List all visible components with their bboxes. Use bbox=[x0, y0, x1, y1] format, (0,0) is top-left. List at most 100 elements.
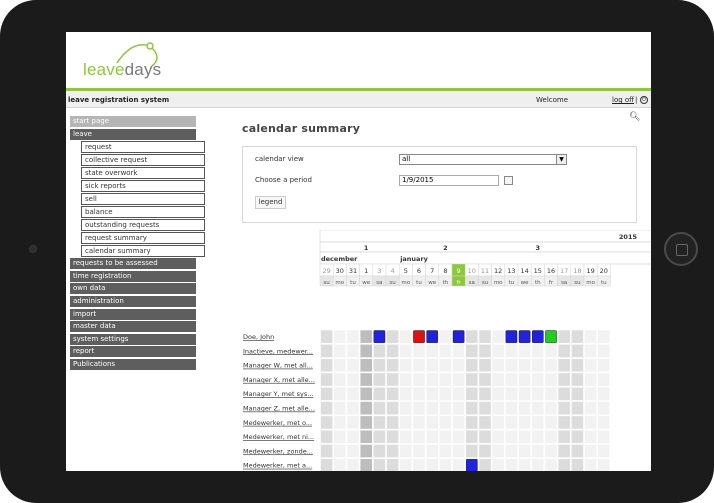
calendar-view-select[interactable]: all ▼ bbox=[399, 154, 567, 165]
day-cell bbox=[518, 372, 531, 387]
period-input[interactable]: 1/9/2015 bbox=[399, 175, 499, 186]
employee-name-link[interactable]: Medewerker, met a... bbox=[243, 462, 312, 470]
nav-subitem[interactable]: sell bbox=[81, 193, 205, 206]
day-cell bbox=[570, 401, 584, 416]
chevron-down-icon[interactable]: ▼ bbox=[556, 155, 566, 164]
day-cell bbox=[333, 372, 347, 387]
day-number: 31 bbox=[349, 267, 357, 275]
week-header bbox=[319, 241, 651, 253]
day-cell bbox=[531, 458, 545, 471]
day-number: 20 bbox=[600, 267, 608, 275]
nav-item[interactable]: time registration bbox=[70, 270, 196, 282]
day-cell bbox=[452, 401, 465, 416]
nav-item[interactable]: own data bbox=[70, 283, 196, 295]
employee-name-link[interactable]: Manager Y, met sys... bbox=[243, 390, 313, 398]
day-cell bbox=[557, 358, 571, 373]
day-cell bbox=[491, 329, 505, 344]
day-cell bbox=[359, 344, 373, 358]
day-cell bbox=[399, 444, 413, 458]
weekday-label: tu bbox=[509, 280, 515, 286]
day-cell bbox=[346, 401, 360, 416]
day-cell bbox=[452, 429, 465, 444]
day-cell bbox=[584, 401, 597, 416]
day-cell bbox=[597, 386, 611, 401]
day-cell bbox=[491, 415, 505, 430]
day-cell bbox=[346, 429, 360, 444]
day-cell bbox=[452, 458, 465, 471]
day-cell bbox=[544, 358, 558, 373]
nav-subitem[interactable]: request bbox=[81, 141, 205, 154]
employee-name-link[interactable]: Manager W, met all... bbox=[243, 362, 313, 370]
day-cell bbox=[557, 444, 571, 458]
day-number: 19 bbox=[586, 267, 594, 275]
day-number: 11 bbox=[481, 267, 489, 275]
search-icon[interactable]: 🔍︎ bbox=[629, 112, 640, 122]
employee-name-link[interactable]: Manager Z, met alle... bbox=[243, 405, 315, 413]
nav-item[interactable]: start page bbox=[70, 116, 196, 127]
day-cell bbox=[557, 429, 571, 444]
day-cell bbox=[412, 372, 426, 387]
day-cell bbox=[399, 372, 413, 387]
nav-item[interactable]: Publications bbox=[70, 358, 196, 370]
nav-subitem[interactable]: state overwork bbox=[81, 167, 205, 180]
year-header bbox=[319, 230, 651, 243]
nav-item[interactable]: administration bbox=[70, 295, 196, 307]
nav-subitem[interactable]: balance bbox=[81, 206, 205, 219]
system-name: leave registration system bbox=[68, 96, 170, 104]
calendar-icon[interactable] bbox=[504, 176, 513, 185]
employee-name-link[interactable]: Medewerker, met ni... bbox=[243, 433, 314, 441]
logoff-link[interactable]: log off bbox=[612, 92, 634, 108]
period-label: Choose a period bbox=[255, 176, 312, 184]
employee-name-link[interactable]: Manager X, met alle... bbox=[243, 376, 315, 384]
power-icon[interactable]: ⏻ bbox=[640, 96, 648, 104]
day-number: 15 bbox=[534, 267, 542, 275]
nav-subitem[interactable]: request summary bbox=[81, 232, 205, 245]
nav-item[interactable]: import bbox=[70, 308, 196, 320]
nav-subitem[interactable]: outstanding requests bbox=[81, 219, 205, 232]
week-number: 2 bbox=[443, 244, 448, 252]
day-cell bbox=[531, 429, 545, 444]
employee-name-link[interactable]: Medewerker, zonde... bbox=[243, 447, 313, 455]
week-number: 1 bbox=[364, 244, 369, 252]
logo-part1: leave bbox=[83, 60, 125, 79]
weekday-label: we bbox=[362, 280, 370, 286]
nav-subitem[interactable]: sick reports bbox=[81, 180, 205, 193]
nav-item[interactable]: system settings bbox=[70, 333, 196, 345]
year-label: 2015 bbox=[619, 233, 638, 241]
day-cell bbox=[333, 458, 347, 471]
nav-subitem[interactable]: collective request bbox=[81, 154, 205, 167]
day-cell bbox=[478, 372, 492, 387]
leave-event-approved bbox=[545, 330, 557, 344]
nav-item[interactable]: requests to be assessed bbox=[70, 258, 196, 270]
day-cell bbox=[346, 444, 360, 458]
day-cell bbox=[465, 329, 479, 344]
nav-item[interactable]: leave bbox=[70, 128, 196, 140]
legend-button[interactable]: legend bbox=[255, 196, 286, 209]
day-cell bbox=[570, 458, 584, 471]
employee-name-link[interactable]: Medewerker, met o... bbox=[243, 419, 312, 427]
day-cell bbox=[346, 329, 360, 344]
day-cell bbox=[373, 386, 386, 401]
day-cell bbox=[531, 444, 545, 458]
day-cell bbox=[359, 429, 373, 444]
day-cell bbox=[584, 458, 597, 471]
nav-item[interactable]: master data bbox=[70, 321, 196, 333]
day-number: 4 bbox=[391, 267, 395, 275]
nav-item[interactable]: report bbox=[70, 346, 196, 358]
nav-subitem[interactable]: calendar summary bbox=[81, 245, 205, 258]
day-cell bbox=[518, 429, 531, 444]
day-cell bbox=[491, 429, 505, 444]
day-cell bbox=[478, 329, 492, 344]
day-cell bbox=[597, 415, 611, 430]
day-cell bbox=[544, 429, 558, 444]
employee-name-link[interactable]: Inactieve, medewer... bbox=[243, 347, 313, 355]
logo: leavedays bbox=[83, 60, 161, 80]
day-cell bbox=[544, 372, 558, 387]
day-cell bbox=[346, 372, 360, 387]
weekday-label: we bbox=[521, 280, 529, 286]
day-cell bbox=[320, 344, 333, 358]
weekday-label: sa bbox=[376, 280, 382, 286]
home-button[interactable] bbox=[664, 232, 698, 266]
day-cell bbox=[386, 358, 399, 373]
employee-name-link[interactable]: Doe, John bbox=[243, 333, 274, 341]
